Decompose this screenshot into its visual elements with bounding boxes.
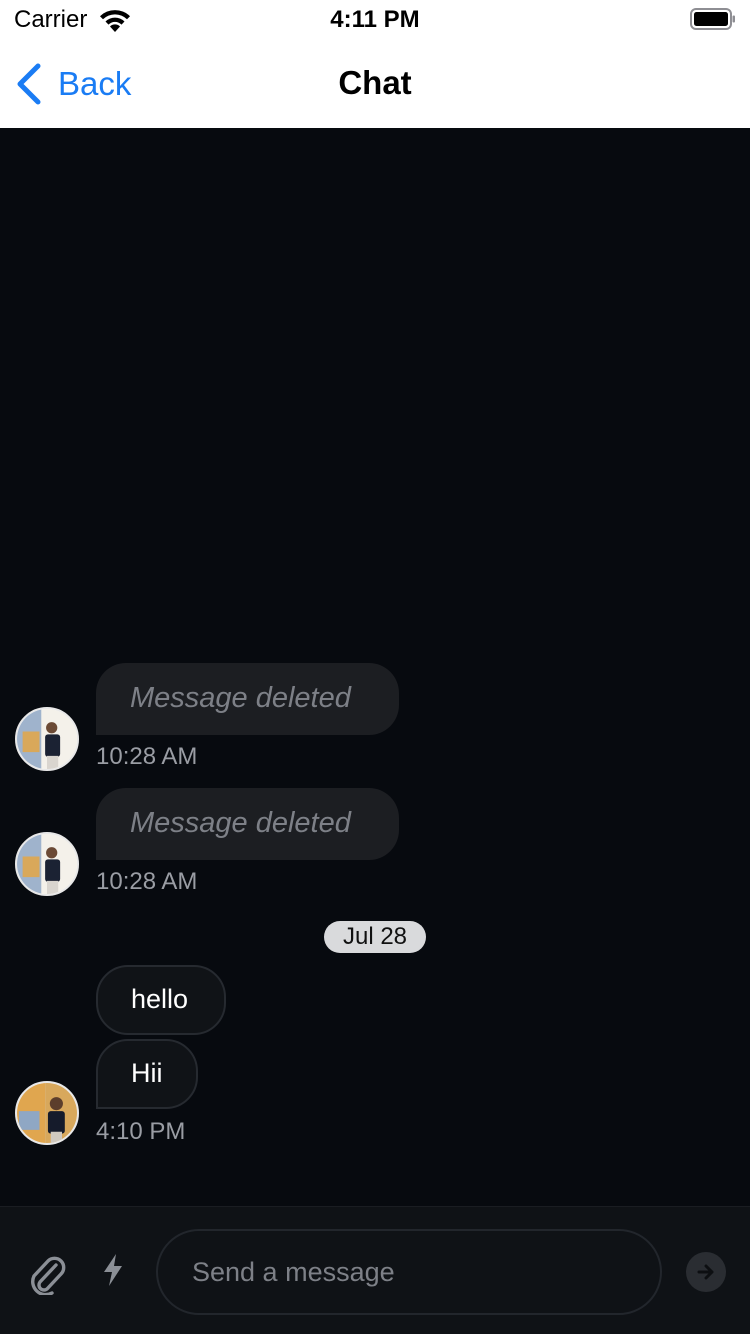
message-bubble[interactable]: hello	[96, 965, 226, 1035]
avatar-photo	[17, 834, 77, 894]
message-timestamp: 10:28 AM	[96, 868, 198, 895]
avatar-photo	[17, 709, 77, 769]
message-input[interactable]	[156, 1229, 662, 1315]
message-text: hello	[131, 984, 189, 1014]
deleted-message-text: Message deleted	[130, 807, 351, 839]
deleted-message-bubble[interactable]: Message deleted	[96, 663, 399, 735]
avatar[interactable]	[15, 707, 79, 771]
avatar-photo	[17, 1083, 77, 1143]
status-time: 4:11 PM	[330, 6, 420, 33]
message-timestamp: 10:28 AM	[96, 743, 198, 770]
avatar[interactable]	[15, 1081, 79, 1145]
lightning-icon[interactable]	[102, 1253, 124, 1287]
date-separator: Jul 28	[324, 921, 426, 953]
deleted-message-bubble[interactable]: Message deleted	[96, 788, 399, 860]
battery-full-icon	[690, 8, 735, 30]
page-title: Chat	[338, 64, 412, 101]
send-button[interactable]	[686, 1252, 726, 1292]
message-timestamp: 4:10 PM	[96, 1118, 186, 1145]
avatar[interactable]	[15, 832, 79, 896]
message-bubble[interactable]: Hii	[96, 1039, 198, 1109]
message-list[interactable]: Message deleted 10:28 AM Message deleted…	[0, 128, 750, 1206]
navigation-bar: Back Chat	[0, 40, 750, 128]
arrow-right-icon	[697, 1264, 714, 1280]
message-composer	[0, 1206, 750, 1334]
status-bar: Carrier 4:11 PM	[0, 0, 750, 40]
deleted-message-text: Message deleted	[130, 682, 351, 714]
paperclip-icon[interactable]	[26, 1251, 66, 1295]
message-text: Hii	[131, 1058, 163, 1088]
